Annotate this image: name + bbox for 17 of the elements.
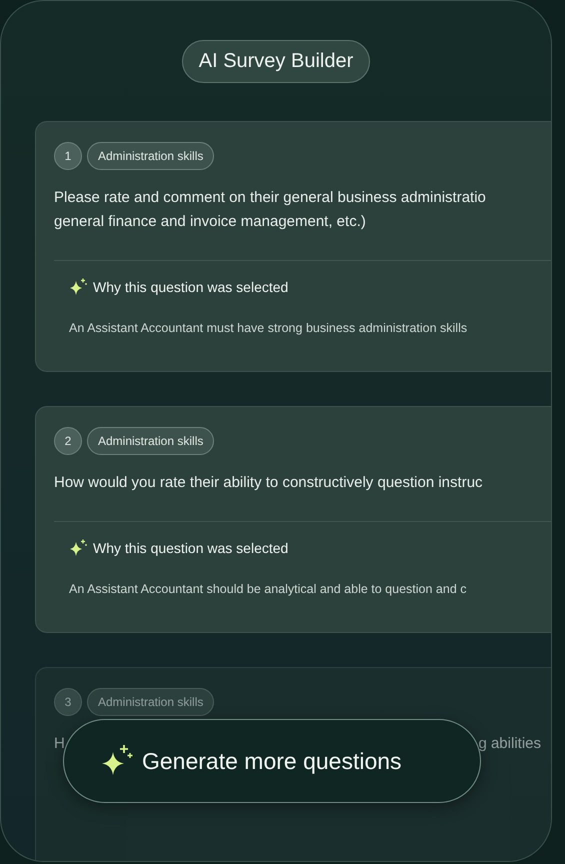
why-heading: Why this question was selected <box>93 540 288 556</box>
why-explanation: An Assistant Accountant must have strong business administration skills <box>69 321 468 335</box>
skill-tag: Administration skills <box>87 688 214 716</box>
why-explanation: An Assistant Accountant should be analytical and able to question and c <box>69 582 468 596</box>
skill-tag: Administration skills <box>87 142 214 170</box>
question-number: 1 <box>54 142 82 170</box>
app-title: AI Survey Builder <box>182 40 370 83</box>
question-number: 3 <box>54 688 82 716</box>
question-text: H <box>54 734 65 754</box>
question-text: g abilities <box>478 734 541 754</box>
question-text: How would you rate their ability to constructively question instruc <box>54 473 484 493</box>
question-number: 2 <box>54 427 82 455</box>
skill-tag: Administration skills <box>87 427 214 455</box>
sparkle-icon <box>68 277 88 297</box>
why-heading: Why this question was selected <box>93 279 288 295</box>
question-text: Please rate and comment on their general business administratio general finance and invoice management, etc.) <box>54 188 487 232</box>
sparkle-icon <box>68 538 88 558</box>
